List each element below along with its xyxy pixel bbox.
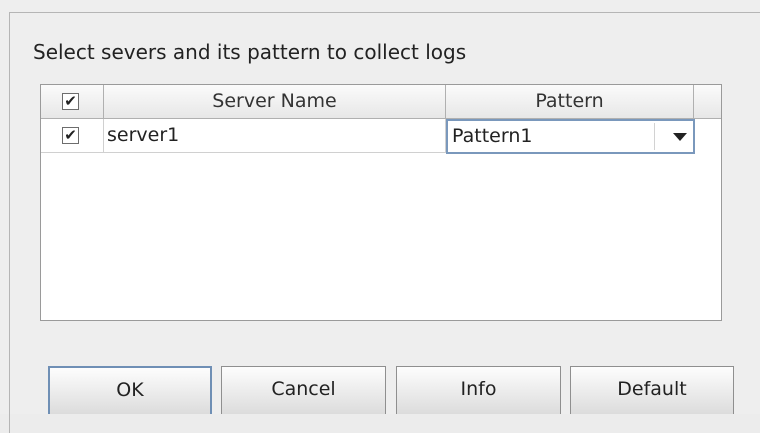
column-header-server-name[interactable]: Server Name (104, 85, 446, 119)
pattern-dropdown-value: Pattern1 (452, 125, 533, 147)
server-table: ✔ Server Name Pattern ✔ server1 Pattern1 (40, 84, 722, 321)
select-all-checkbox[interactable]: ✔ (62, 93, 79, 110)
header-select-all[interactable]: ✔ (41, 85, 104, 119)
column-header-filler (694, 85, 721, 119)
pattern-dropdown[interactable]: Pattern1 (446, 119, 695, 154)
column-header-pattern[interactable]: Pattern (446, 85, 694, 119)
server-name-cell[interactable]: server1 (104, 119, 446, 153)
chevron-down-icon[interactable] (673, 133, 687, 141)
info-button[interactable]: Info (396, 366, 561, 414)
collect-logs-dialog: Select severs and its pattern to collect… (0, 0, 760, 433)
dropdown-divider (654, 123, 655, 150)
row-checkbox[interactable]: ✔ (62, 127, 79, 144)
ok-button[interactable]: OK (48, 366, 212, 414)
dialog-prompt: Select severs and its pattern to collect… (33, 40, 467, 64)
default-button[interactable]: Default (570, 366, 734, 414)
row-select-cell[interactable]: ✔ (41, 119, 104, 153)
cancel-button[interactable]: Cancel (221, 366, 386, 414)
